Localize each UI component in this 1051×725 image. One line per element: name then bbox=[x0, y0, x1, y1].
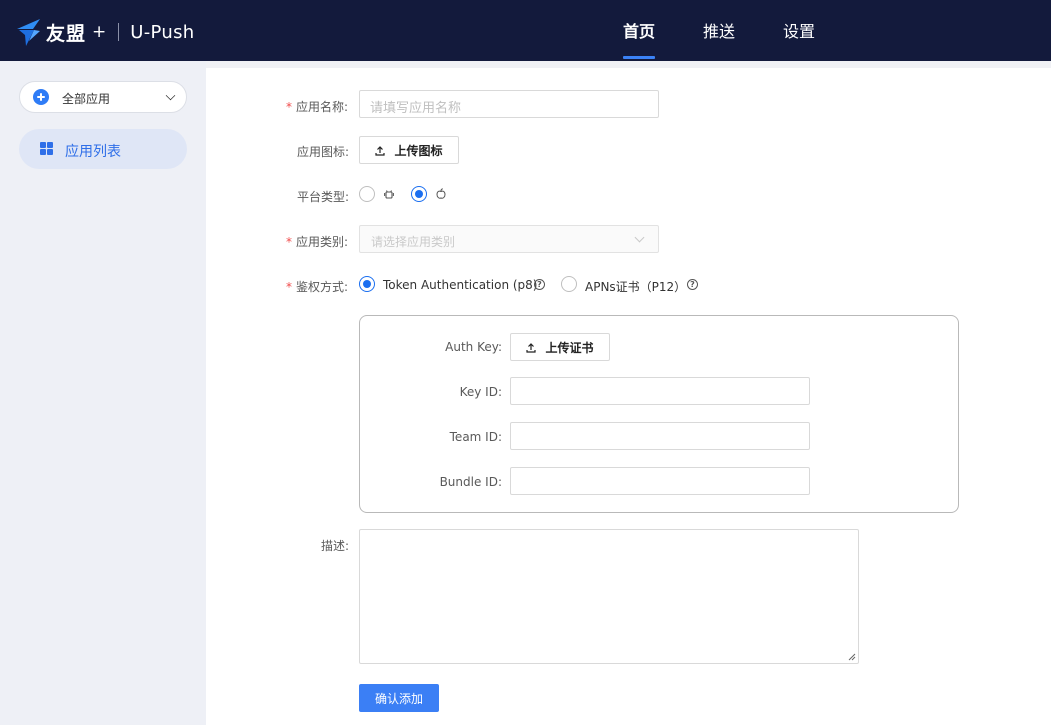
product-name: U-Push bbox=[130, 21, 195, 43]
top-header: 友盟 + U-Push 首页 推送 设置 bbox=[0, 0, 1051, 61]
certificate-panel: Auth Key: 上传证书 Key ID: Team ID: Bundle I… bbox=[359, 315, 959, 513]
auth-key-label: Auth Key: bbox=[445, 340, 502, 354]
team-id-label: Team ID: bbox=[449, 430, 502, 444]
key-id-label: Key ID: bbox=[459, 385, 502, 399]
upload-icon-button[interactable]: 上传图标 bbox=[359, 136, 459, 164]
chevron-down-icon bbox=[634, 232, 645, 243]
bundle-id-input[interactable] bbox=[510, 467, 810, 495]
upload-cert-button[interactable]: 上传证书 bbox=[510, 333, 610, 361]
help-icon[interactable]: ? bbox=[687, 279, 698, 290]
team-id-input[interactable] bbox=[510, 422, 810, 450]
bundle-id-label: Bundle ID: bbox=[439, 475, 502, 489]
sidebar: 全部应用 应用列表 bbox=[0, 61, 206, 725]
app-selector[interactable]: 全部应用 bbox=[19, 81, 187, 113]
brand-divider bbox=[118, 23, 120, 41]
nav-push[interactable]: 推送 bbox=[703, 0, 735, 61]
app-logo-icon bbox=[33, 89, 49, 105]
app-selector-label: 全部应用 bbox=[62, 92, 111, 106]
app-category-select[interactable]: 请选择应用类别 bbox=[359, 225, 659, 253]
required-mark: * bbox=[286, 280, 292, 294]
nav-home[interactable]: 首页 bbox=[623, 0, 655, 61]
auth-token-label[interactable]: Token Authentication (p8) bbox=[383, 278, 537, 292]
grid-icon bbox=[40, 142, 53, 155]
help-icon[interactable]: ? bbox=[534, 279, 545, 290]
brand-name: 友盟 bbox=[46, 22, 87, 45]
chevron-down-icon bbox=[165, 90, 176, 101]
nav-settings[interactable]: 设置 bbox=[783, 0, 815, 61]
app-icon-label: 应用图标: bbox=[297, 145, 350, 159]
apple-icon bbox=[436, 188, 446, 199]
platform-label: 平台类型: bbox=[297, 190, 350, 204]
description-label: 描述: bbox=[321, 539, 350, 553]
nav-active-indicator bbox=[623, 56, 655, 59]
platform-android-radio[interactable] bbox=[359, 186, 375, 202]
logo[interactable]: 友盟 + U-Push bbox=[16, 16, 194, 48]
umeng-bird-icon bbox=[17, 19, 40, 46]
android-icon bbox=[384, 190, 394, 199]
placeholder: 请选择应用类别 bbox=[371, 235, 456, 249]
upload-icon bbox=[526, 342, 537, 353]
auth-p12-label[interactable]: APNs证书（P12） bbox=[585, 278, 686, 295]
required-mark: * bbox=[286, 235, 292, 249]
auth-p12-radio[interactable] bbox=[561, 276, 577, 292]
resize-grip-icon[interactable] bbox=[848, 653, 856, 661]
key-id-input[interactable] bbox=[510, 377, 810, 405]
app-name-input[interactable]: 请填写应用名称 bbox=[359, 90, 659, 118]
auth-token-radio[interactable] bbox=[359, 276, 375, 292]
sidebar-item-app-list[interactable]: 应用列表 bbox=[19, 129, 187, 169]
upload-icon bbox=[375, 145, 386, 156]
confirm-add-button[interactable]: 确认添加 bbox=[359, 684, 439, 712]
platform-ios-radio[interactable] bbox=[411, 186, 427, 202]
auth-method-label: * 鉴权方式: bbox=[286, 280, 349, 294]
description-textarea[interactable] bbox=[359, 529, 859, 664]
app-name-label: * 应用名称: bbox=[286, 100, 349, 114]
required-mark: * bbox=[286, 100, 292, 114]
main-content: * 应用名称: 请填写应用名称 应用图标: 上传图标 平台类型: * 应用类别: 请… bbox=[206, 68, 1051, 725]
brand-plus: + bbox=[92, 22, 107, 42]
placeholder: 请填写应用名称 bbox=[370, 101, 462, 116]
app-category-label: * 应用类别: bbox=[286, 235, 349, 249]
sidebar-item-label: 应用列表 bbox=[65, 144, 121, 160]
